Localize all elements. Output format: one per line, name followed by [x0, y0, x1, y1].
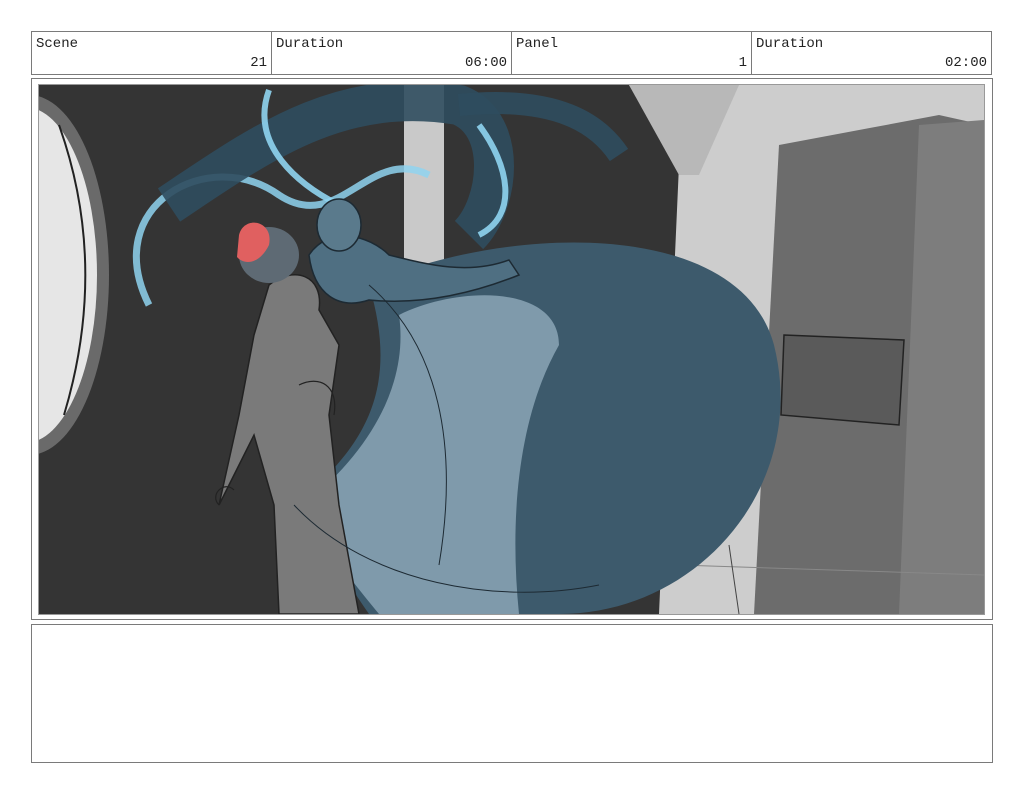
scene-duration-cell: Duration 06:00 — [272, 32, 512, 74]
panel-duration-cell: Duration 02:00 — [752, 32, 991, 74]
panel-duration-label: Duration — [756, 36, 824, 52]
storyboard-header: Scene 21 Duration 06:00 Panel 1 Duration… — [31, 31, 992, 75]
scene-duration-value: 06:00 — [464, 55, 507, 71]
panel-illustration — [38, 84, 985, 615]
scene-label: Scene — [36, 36, 79, 52]
scene-cell: Scene 21 — [32, 32, 272, 74]
scene-number: 21 — [250, 55, 267, 71]
panel-notes-area[interactable] — [31, 624, 993, 763]
panel-number: 1 — [738, 55, 747, 71]
panel-label: Panel — [516, 36, 559, 52]
panel-duration-value: 02:00 — [944, 55, 987, 71]
panel-cell: Panel 1 — [512, 32, 752, 74]
scene-duration-label: Duration — [276, 36, 344, 52]
